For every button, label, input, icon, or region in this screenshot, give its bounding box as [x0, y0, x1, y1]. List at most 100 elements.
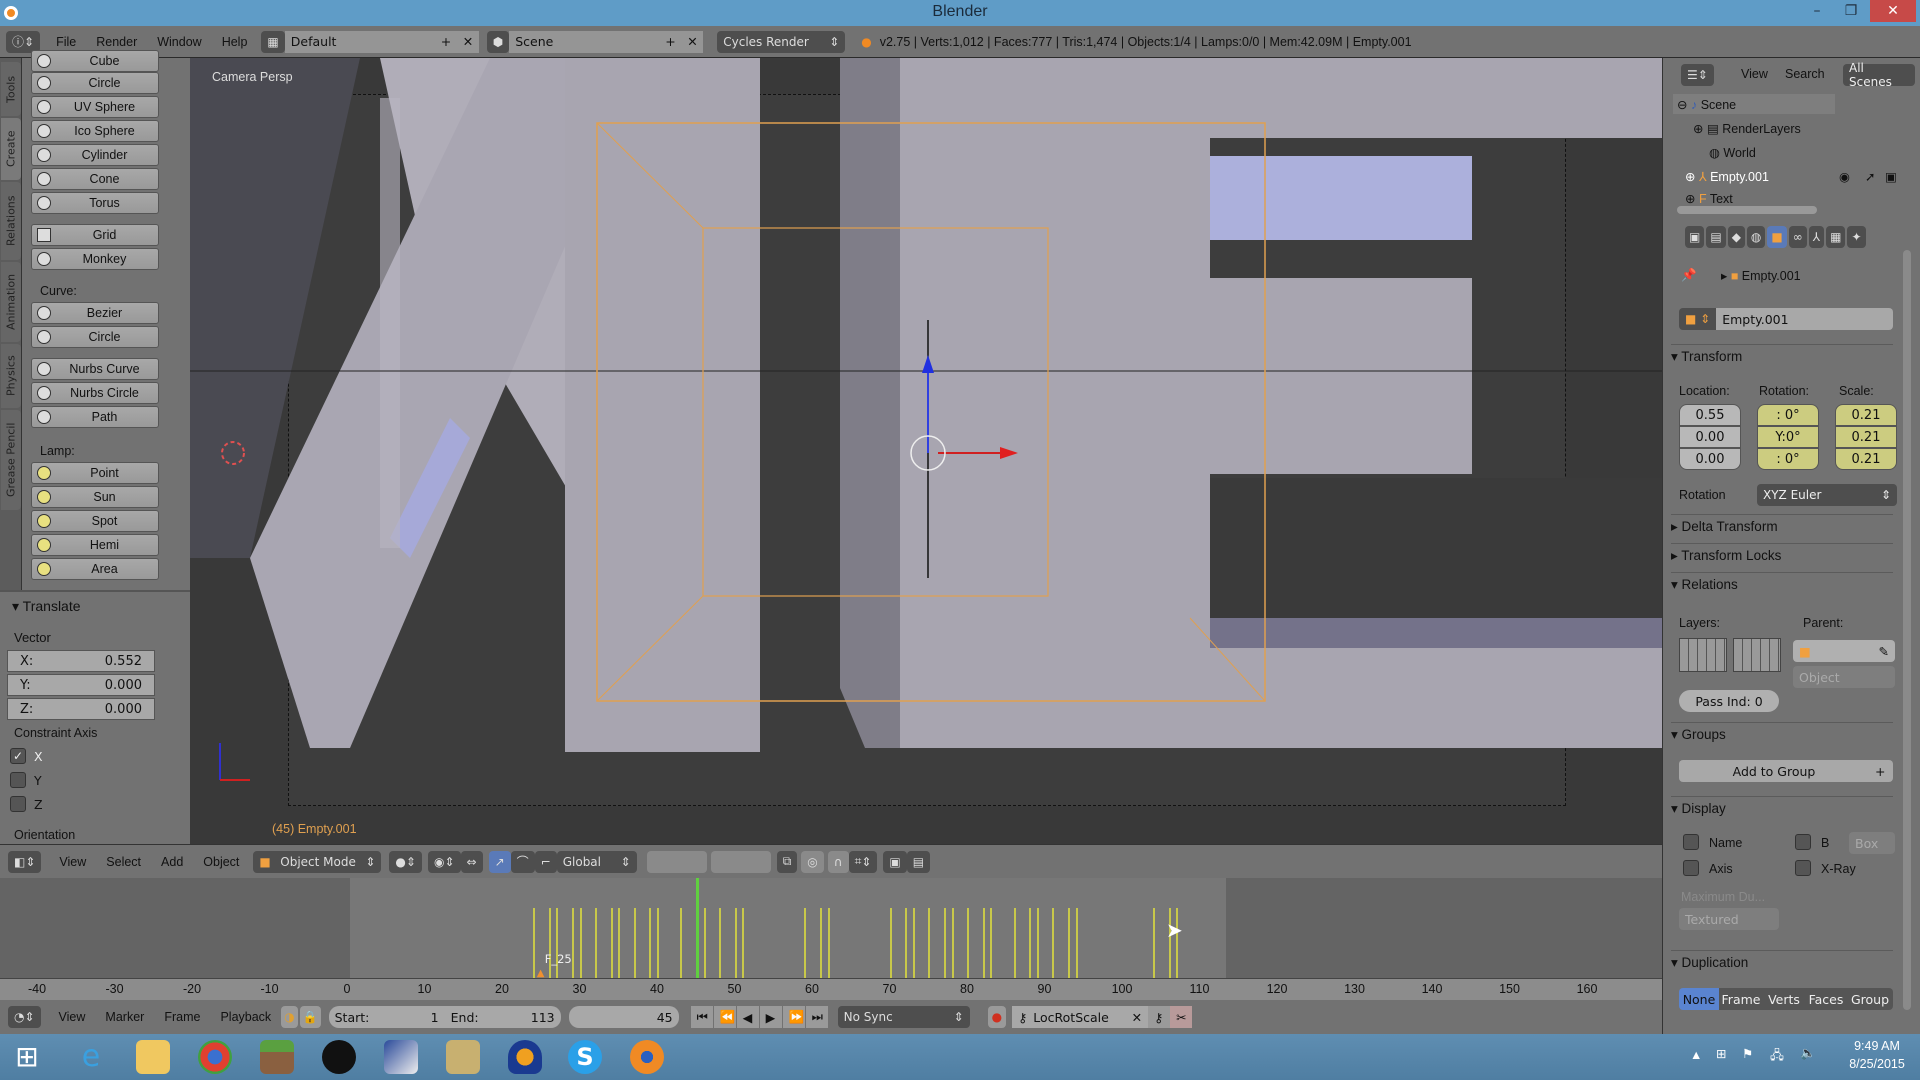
- add-hemi-lamp-button[interactable]: Hemi: [31, 534, 159, 556]
- tab-grease-pencil[interactable]: Grease Pencil: [1, 410, 21, 510]
- game-app-icon[interactable]: [446, 1040, 480, 1074]
- keyframe-tick[interactable]: [1029, 908, 1031, 978]
- end-frame-field[interactable]: End: 113: [444, 1006, 561, 1028]
- keyframe-tick[interactable]: [905, 908, 907, 978]
- tray-expand-icon[interactable]: ▲: [1690, 1048, 1702, 1062]
- keyframe-tick[interactable]: [649, 908, 652, 978]
- scene-name-field[interactable]: Scene: [509, 30, 660, 53]
- add-nurbs-curve-button[interactable]: Nurbs Curve: [31, 358, 159, 380]
- mode-dropdown[interactable]: ■ Object Mode ⇕: [253, 850, 382, 873]
- keyframe-tick[interactable]: [827, 908, 830, 978]
- marker-menu[interactable]: Marker: [95, 1010, 154, 1024]
- relations-panel-header[interactable]: ▾ Relations: [1671, 572, 1893, 593]
- menu-render[interactable]: Render: [86, 35, 147, 49]
- internet-explorer-icon[interactable]: e: [74, 1040, 108, 1074]
- start-frame-field[interactable]: Start: 1: [328, 1006, 445, 1028]
- render-tab-icon[interactable]: ▣: [1685, 226, 1705, 248]
- object-menu[interactable]: Object: [193, 855, 249, 869]
- renderlayers-tab-icon[interactable]: ▤: [1706, 226, 1726, 248]
- scale-x-field[interactable]: 0.21: [1835, 404, 1897, 426]
- keyframe-tick[interactable]: [618, 908, 621, 978]
- transform-locks-panel-header[interactable]: ▸ Transform Locks: [1671, 543, 1893, 564]
- snap-element-dropdown[interactable]: ⌗ ⇕: [848, 850, 878, 873]
- display-xray-checkbox[interactable]: [1795, 860, 1811, 876]
- parent-type-dropdown[interactable]: Object: [1793, 666, 1895, 688]
- groups-panel-header[interactable]: ▾ Groups: [1671, 722, 1893, 743]
- dupli-faces-button[interactable]: Faces: [1805, 988, 1847, 1010]
- keyframe-tick[interactable]: [889, 908, 892, 978]
- delete-keyframe-button[interactable]: ✂: [1170, 1006, 1193, 1028]
- transform-orientation-dropdown[interactable]: Global ⇕: [556, 850, 637, 873]
- vector-y-field[interactable]: Y: 0.000: [7, 674, 155, 696]
- display-bounds-checkbox[interactable]: [1795, 834, 1811, 850]
- jump-end-button[interactable]: ⏭: [805, 1006, 828, 1028]
- texture-tab-icon[interactable]: ▦: [1826, 226, 1846, 248]
- add-group-plus-button[interactable]: +: [1869, 760, 1893, 782]
- add-torus-button[interactable]: Torus: [31, 192, 159, 214]
- sync-mode-dropdown[interactable]: No Sync ⇕: [837, 1006, 970, 1028]
- dupli-frame-button[interactable]: Frame: [1719, 988, 1763, 1010]
- keyframe-tick[interactable]: [804, 908, 807, 978]
- play-button[interactable]: ▶: [759, 1006, 782, 1028]
- chrome-icon[interactable]: [198, 1040, 232, 1074]
- outliner-h-scrollbar[interactable]: [1677, 206, 1817, 214]
- rotation-x-field[interactable]: : 0°: [1757, 404, 1819, 426]
- keyframe-tick[interactable]: [1067, 908, 1070, 978]
- display-panel-header[interactable]: ▾ Display: [1671, 796, 1893, 817]
- scene-selector[interactable]: ⬢: [486, 30, 510, 53]
- location-y-field[interactable]: 0.00: [1679, 426, 1741, 448]
- keyframe-tick[interactable]: [951, 908, 954, 978]
- keyframe-tick[interactable]: [990, 908, 993, 978]
- layers-grid-2[interactable]: [1733, 638, 1781, 672]
- tray-action-center-icon[interactable]: ⚑: [1742, 1046, 1753, 1061]
- pin-icon[interactable]: 📌: [1681, 268, 1697, 283]
- layout-name-field[interactable]: Default: [284, 30, 435, 53]
- pass-index-field[interactable]: Pass Ind: 0: [1679, 690, 1779, 712]
- outliner-item-world[interactable]: ◍ World: [1709, 145, 1756, 160]
- outliner-editor-button[interactable]: ☰ ⇕: [1681, 64, 1714, 86]
- auto-keying-button[interactable]: ●: [987, 1006, 1007, 1028]
- keyframe-tick[interactable]: [571, 908, 574, 978]
- constraints-tab-icon[interactable]: ∞: [1788, 226, 1807, 248]
- add-spot-lamp-button[interactable]: Spot: [31, 510, 159, 532]
- keyframe-tick[interactable]: [928, 908, 931, 978]
- display-name-checkbox[interactable]: [1683, 834, 1699, 850]
- display-axis-checkbox[interactable]: [1683, 860, 1699, 876]
- current-frame-indicator[interactable]: [695, 878, 699, 978]
- add-sun-lamp-button[interactable]: Sun: [31, 486, 159, 508]
- outliner-item-text[interactable]: ⊕ F Text: [1685, 191, 1733, 205]
- play-reverse-button[interactable]: ◀: [736, 1006, 759, 1028]
- vector-z-field[interactable]: Z: 0.000: [7, 698, 155, 720]
- keyframe-tick[interactable]: [967, 908, 969, 978]
- scale-y-field[interactable]: 0.21: [1835, 426, 1897, 448]
- layers-grid-1[interactable]: [1679, 638, 1727, 672]
- vector-x-field[interactable]: X: 0.552: [7, 650, 155, 672]
- playback-menu[interactable]: Playback: [210, 1010, 281, 1024]
- render-animation-button[interactable]: ▤: [906, 850, 931, 873]
- object-datablock-icon[interactable]: ■ ⇕: [1679, 308, 1717, 330]
- tab-physics[interactable]: Physics: [1, 344, 21, 408]
- location-x-field[interactable]: 0.55: [1679, 404, 1741, 426]
- tab-animation[interactable]: Animation: [1, 262, 21, 342]
- manipulator-toggle[interactable]: ⇔: [460, 850, 483, 873]
- blender-taskbar-icon[interactable]: [630, 1040, 664, 1074]
- menu-window[interactable]: Window: [147, 35, 211, 49]
- tray-volume-icon[interactable]: 🔈: [1800, 1046, 1816, 1061]
- 3d-viewport[interactable]: Camera Persp (45) Empty.001: [190, 58, 1662, 844]
- object-name-field[interactable]: ■ ⇕ Empty.001: [1679, 308, 1893, 330]
- max-draw-type-dropdown[interactable]: Textured: [1679, 908, 1779, 930]
- tab-relations[interactable]: Relations: [1, 182, 21, 260]
- rotation-z-field[interactable]: : 0°: [1757, 448, 1819, 470]
- operator-title[interactable]: ▾ Translate: [12, 598, 81, 615]
- paint-app-icon[interactable]: [384, 1040, 418, 1074]
- audacity-icon[interactable]: [508, 1040, 542, 1074]
- select-menu[interactable]: Select: [96, 855, 151, 869]
- jump-prev-keyframe-button[interactable]: ⏪: [713, 1006, 736, 1028]
- keyframe-tick[interactable]: [548, 908, 551, 978]
- jump-start-button[interactable]: ⏮: [690, 1006, 713, 1028]
- add-menu[interactable]: Add: [151, 855, 193, 869]
- add-to-group-button[interactable]: Add to Group: [1679, 760, 1869, 782]
- render-engine-dropdown[interactable]: Cycles Render ⇕: [717, 30, 846, 53]
- obs-icon[interactable]: [322, 1040, 356, 1074]
- delta-transform-panel-header[interactable]: ▸ Delta Transform: [1671, 514, 1893, 535]
